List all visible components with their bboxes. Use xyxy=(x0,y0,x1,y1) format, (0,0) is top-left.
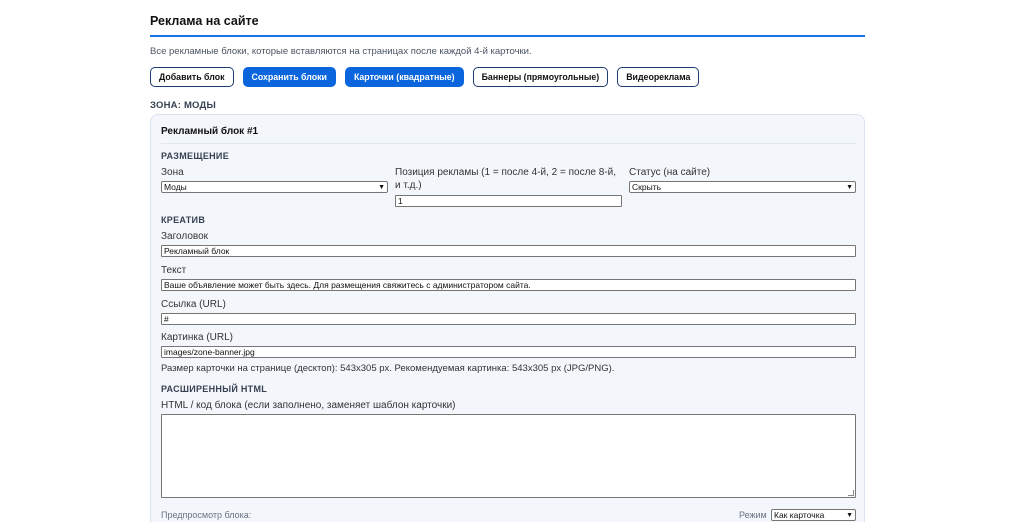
zone-heading: ЗОНА: МОДЫ xyxy=(150,100,216,111)
chevron-down-icon: ▼ xyxy=(846,184,853,191)
add-block-button[interactable]: Добавить блок xyxy=(150,67,234,87)
image-field-label: Картинка (URL) xyxy=(161,332,234,343)
banners-rect-button[interactable]: Баннеры (прямоугольные) xyxy=(472,67,609,87)
preview-mode-select[interactable]: Как карточка ▼ xyxy=(771,509,856,521)
heading-field-label: Заголовок xyxy=(161,231,209,242)
image-url-input[interactable]: images/zone-banner.jpg xyxy=(161,346,856,358)
link-input[interactable]: # xyxy=(161,313,856,325)
html-field-label: HTML / код блока (если заполнено, заменя… xyxy=(161,400,456,411)
zone-select-value: Моды xyxy=(164,182,187,192)
text-field-label: Текст xyxy=(161,265,187,276)
status-select-value: Скрыть xyxy=(632,182,662,192)
zone-field-label: Зона xyxy=(161,167,184,178)
position-input[interactable]: 1 xyxy=(395,195,622,207)
status-field-label: Статус (на сайте) xyxy=(629,167,711,178)
placement-section-heading: РАЗМЕЩЕНИЕ xyxy=(161,151,229,161)
preview-mode-value: Как карточка xyxy=(774,510,825,520)
save-blocks-button[interactable]: Сохранить блоки xyxy=(242,67,336,87)
toolbar: Добавить блок Сохранить блоки Карточки (… xyxy=(150,67,700,87)
advanced-section-heading: РАСШИРЕННЫЙ HTML xyxy=(161,384,268,394)
card-divider xyxy=(161,143,856,144)
cards-square-button[interactable]: Карточки (квадратные) xyxy=(344,67,464,87)
page-subtitle: Все рекламные блоки, которые вставляются… xyxy=(150,46,532,57)
creative-section-heading: КРЕАТИВ xyxy=(161,215,206,225)
video-ads-button[interactable]: Видеореклама xyxy=(617,67,700,87)
image-size-help: Размер карточки на странице (десктоп): 5… xyxy=(161,363,615,374)
text-input[interactable]: Ваше объявление может быть здесь. Для ра… xyxy=(161,279,856,291)
resize-grip-icon[interactable] xyxy=(848,490,854,496)
html-code-textarea[interactable] xyxy=(161,414,856,498)
zone-select[interactable]: Моды ▼ xyxy=(161,181,388,193)
link-field-label: Ссылка (URL) xyxy=(161,299,226,310)
chevron-down-icon: ▼ xyxy=(378,184,385,191)
heading-input[interactable]: Рекламный блок xyxy=(161,245,856,257)
mode-label: Режим xyxy=(739,510,767,520)
chevron-down-icon: ▼ xyxy=(846,512,853,519)
preview-label: Предпросмотр блока: xyxy=(161,510,252,520)
page-title: Реклама на сайте xyxy=(150,14,259,28)
position-field-label: Позиция рекламы (1 = после 4-й, 2 = посл… xyxy=(395,167,617,191)
status-select[interactable]: Скрыть ▼ xyxy=(629,181,856,193)
ad-block-card: Рекламный блок #1 РАЗМЕЩЕНИЕ Зона Моды ▼… xyxy=(150,114,865,522)
title-divider xyxy=(150,35,865,37)
ad-block-title: Рекламный блок #1 xyxy=(161,126,259,137)
